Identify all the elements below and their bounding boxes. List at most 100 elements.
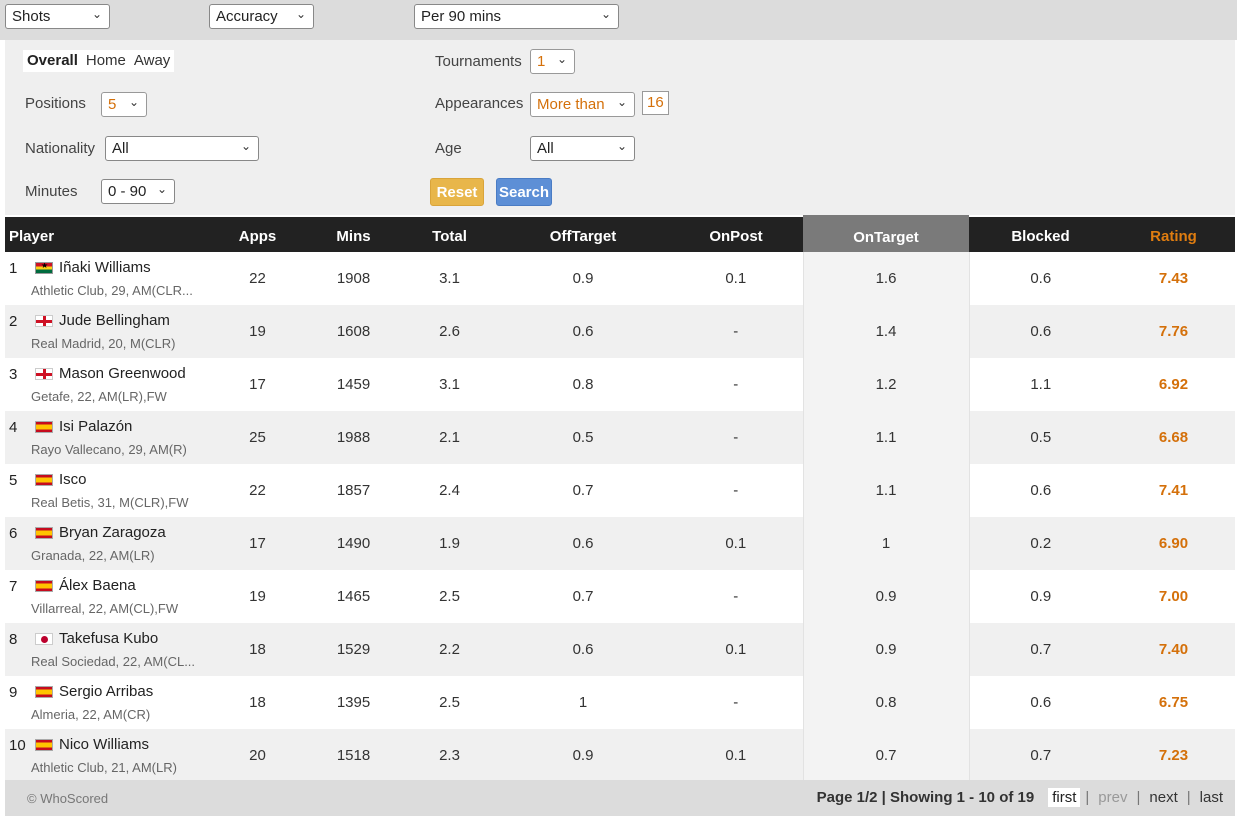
rank-number: 7	[9, 578, 18, 595]
tab-overall[interactable]: Overall	[23, 50, 82, 72]
pagination-next[interactable]: next	[1145, 788, 1181, 807]
tab-away[interactable]: Away	[130, 50, 174, 72]
subcategory-select[interactable]: Accuracy ⌄	[209, 4, 314, 29]
chevron-down-icon: ⌄	[556, 52, 567, 66]
pagination-prev[interactable]: prev	[1094, 788, 1131, 807]
player-name-link[interactable]: Bryan Zaragoza	[35, 524, 166, 541]
player-name[interactable]: Isi Palazón	[59, 418, 132, 435]
rating-cell: 6.75	[1112, 676, 1235, 729]
appearances-input[interactable]: 16	[642, 91, 669, 115]
header-rating[interactable]: Rating	[1112, 217, 1235, 252]
pagination-last[interactable]: last	[1196, 788, 1227, 807]
chevron-down-icon: ⌄	[156, 182, 167, 196]
apps-cell: 20	[210, 729, 305, 782]
total-cell: 2.2	[402, 623, 497, 676]
player-name[interactable]: Isco	[59, 471, 87, 488]
minutes-select[interactable]: 0 - 90 ⌄	[101, 179, 175, 204]
offtarget-cell: 0.6	[497, 623, 669, 676]
ontarget-cell: 1.2	[802, 358, 970, 411]
player-name-link[interactable]: Sergio Arribas	[35, 683, 153, 700]
player-cell: 8 Takefusa Kubo Real Sociedad, 22, AM(CL..…	[5, 623, 210, 676]
table-row: 4 Isi Palazón Rayo Vallecano, 29, AM(R) 25 1…	[5, 411, 1235, 464]
chevron-down-icon: ⌄	[128, 95, 139, 109]
stat-mode-select[interactable]: Per 90 mins ⌄	[414, 4, 619, 29]
player-name-link[interactable]: Isi Palazón	[35, 418, 132, 435]
offtarget-cell: 0.9	[497, 729, 669, 782]
header-offtarget[interactable]: OffTarget	[497, 217, 669, 252]
appearances-mode-value: More than	[537, 96, 605, 113]
mins-cell: 1857	[305, 464, 402, 517]
table-row: 10 Nico Williams Athletic Club, 21, AM(LR)…	[5, 729, 1235, 782]
total-cell: 2.1	[402, 411, 497, 464]
table-row: 3 Mason Greenwood Getafe, 22, AM(LR),FW 17 1…	[5, 358, 1235, 411]
venue-tabs: Overall Home Away	[23, 50, 175, 72]
player-name-link[interactable]: Iñaki Williams	[35, 259, 151, 276]
nationality-select[interactable]: All ⌄	[105, 136, 259, 161]
pagination-separator: |	[1136, 789, 1141, 806]
rank-number: 3	[9, 366, 18, 383]
player-name-link[interactable]: Isco	[35, 471, 87, 488]
pagination-first[interactable]: first	[1048, 788, 1081, 807]
search-button[interactable]: Search	[496, 178, 552, 206]
player-name[interactable]: Mason Greenwood	[59, 365, 186, 382]
header-player[interactable]: Player	[5, 217, 210, 252]
rating-cell: 6.68	[1112, 411, 1235, 464]
age-select[interactable]: All ⌄	[530, 136, 635, 161]
flag-icon	[35, 367, 53, 380]
table-row: 8 Takefusa Kubo Real Sociedad, 22, AM(CL..…	[5, 623, 1235, 676]
ontarget-cell: 0.9	[802, 623, 970, 676]
tournaments-select[interactable]: 1 ⌄	[530, 49, 575, 74]
player-name[interactable]: Nico Williams	[59, 736, 149, 753]
chevron-down-icon: ⌄	[600, 7, 611, 21]
category-select[interactable]: Shots ⌄	[5, 4, 110, 29]
player-name-link[interactable]: Nico Williams	[35, 736, 149, 753]
player-name-link[interactable]: Álex Baena	[35, 577, 136, 594]
mins-cell: 1465	[305, 570, 402, 623]
player-name[interactable]: Sergio Arribas	[59, 683, 153, 700]
positions-select[interactable]: 5 ⌄	[101, 92, 147, 117]
player-cell: 5 Isco Real Betis, 31, M(CLR),FW	[5, 464, 210, 517]
header-onpost[interactable]: OnPost	[669, 217, 803, 252]
rating-cell: 7.76	[1112, 305, 1235, 358]
player-name[interactable]: Jude Bellingham	[59, 312, 170, 329]
header-total[interactable]: Total	[402, 217, 497, 252]
rank-number: 9	[9, 684, 18, 701]
player-name[interactable]: Iñaki Williams	[59, 259, 151, 276]
header-mins[interactable]: Mins	[305, 217, 402, 252]
copyright: © WhoScored	[27, 791, 109, 806]
offtarget-cell: 1	[497, 676, 669, 729]
appearances-mode-select[interactable]: More than ⌄	[530, 92, 635, 117]
rank-number: 10	[9, 737, 26, 754]
player-stats-table: Player Apps Mins Total OffTarget OnPost …	[5, 215, 1235, 782]
player-meta: Granada, 22, AM(LR)	[31, 548, 155, 563]
rank-number: 6	[9, 525, 18, 542]
rank-number: 4	[9, 419, 18, 436]
header-ontarget[interactable]: OnTarget	[803, 215, 969, 252]
blocked-cell: 0.6	[969, 252, 1112, 305]
table-row: 9 Sergio Arribas Almeria, 22, AM(CR) 18 1395…	[5, 676, 1235, 729]
player-name[interactable]: Álex Baena	[59, 577, 136, 594]
header-apps[interactable]: Apps	[210, 217, 305, 252]
blocked-cell: 0.5	[969, 411, 1112, 464]
player-name[interactable]: Takefusa Kubo	[59, 630, 158, 647]
rating-cell: 7.41	[1112, 464, 1235, 517]
ontarget-cell: 0.7	[802, 729, 970, 782]
player-name-link[interactable]: Takefusa Kubo	[35, 630, 158, 647]
flag-icon	[35, 738, 53, 751]
mins-cell: 1395	[305, 676, 402, 729]
header-blocked[interactable]: Blocked	[969, 217, 1112, 252]
player-meta: Getafe, 22, AM(LR),FW	[31, 389, 167, 404]
player-name[interactable]: Bryan Zaragoza	[59, 524, 166, 541]
rank-number: 2	[9, 313, 18, 330]
tab-home[interactable]: Home	[82, 50, 130, 72]
player-name-link[interactable]: Mason Greenwood	[35, 365, 186, 382]
onpost-cell: -	[669, 411, 803, 464]
reset-button[interactable]: Reset	[430, 178, 484, 206]
player-cell: 10 Nico Williams Athletic Club, 21, AM(LR)	[5, 729, 210, 782]
player-cell: 2 Jude Bellingham Real Madrid, 20, M(CLR)	[5, 305, 210, 358]
apps-cell: 22	[210, 252, 305, 305]
apps-cell: 17	[210, 517, 305, 570]
player-name-link[interactable]: Jude Bellingham	[35, 312, 170, 329]
total-cell: 3.1	[402, 358, 497, 411]
table-row: 2 Jude Bellingham Real Madrid, 20, M(CLR) 1…	[5, 305, 1235, 358]
